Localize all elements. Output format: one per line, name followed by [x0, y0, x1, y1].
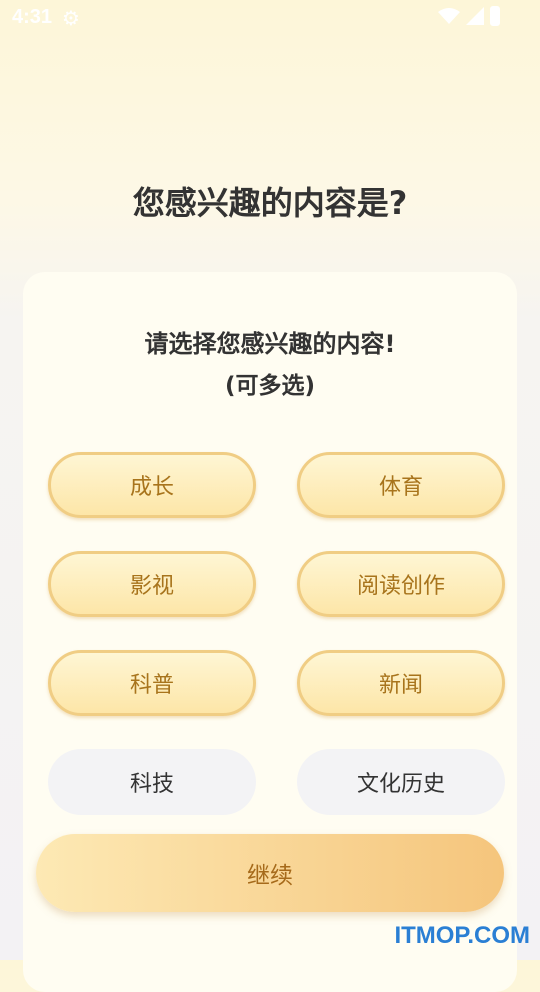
status-bar: 4:31 ⚙ — [0, 0, 540, 38]
status-time: 4:31 — [12, 6, 53, 28]
watermark-text: ITMOP.COM — [394, 922, 530, 949]
card-subtitle: (可多选) — [224, 373, 316, 399]
interest-chip-sports[interactable]: 体育 — [297, 452, 505, 518]
interest-chip-film[interactable]: 影视 — [48, 551, 256, 617]
wifi-icon — [438, 8, 460, 24]
interest-chip-news[interactable]: 新闻 — [297, 650, 505, 716]
interest-chip-history[interactable]: 文化历史 — [297, 749, 505, 815]
status-icons — [438, 6, 500, 26]
card-title: 请选择您感兴趣的内容! — [144, 330, 396, 358]
continue-button[interactable]: 继续 — [36, 834, 504, 912]
interest-chip-tech[interactable]: 科技 — [48, 749, 256, 815]
gear-icon: ⚙ — [62, 6, 80, 30]
interest-chip-science[interactable]: 科普 — [48, 650, 256, 716]
page-title: 您感兴趣的内容是? — [132, 184, 408, 222]
battery-icon — [490, 6, 500, 26]
interest-chip-growth[interactable]: 成长 — [48, 452, 256, 518]
interest-chip-reading[interactable]: 阅读创作 — [297, 551, 505, 617]
signal-icon — [466, 7, 484, 25]
